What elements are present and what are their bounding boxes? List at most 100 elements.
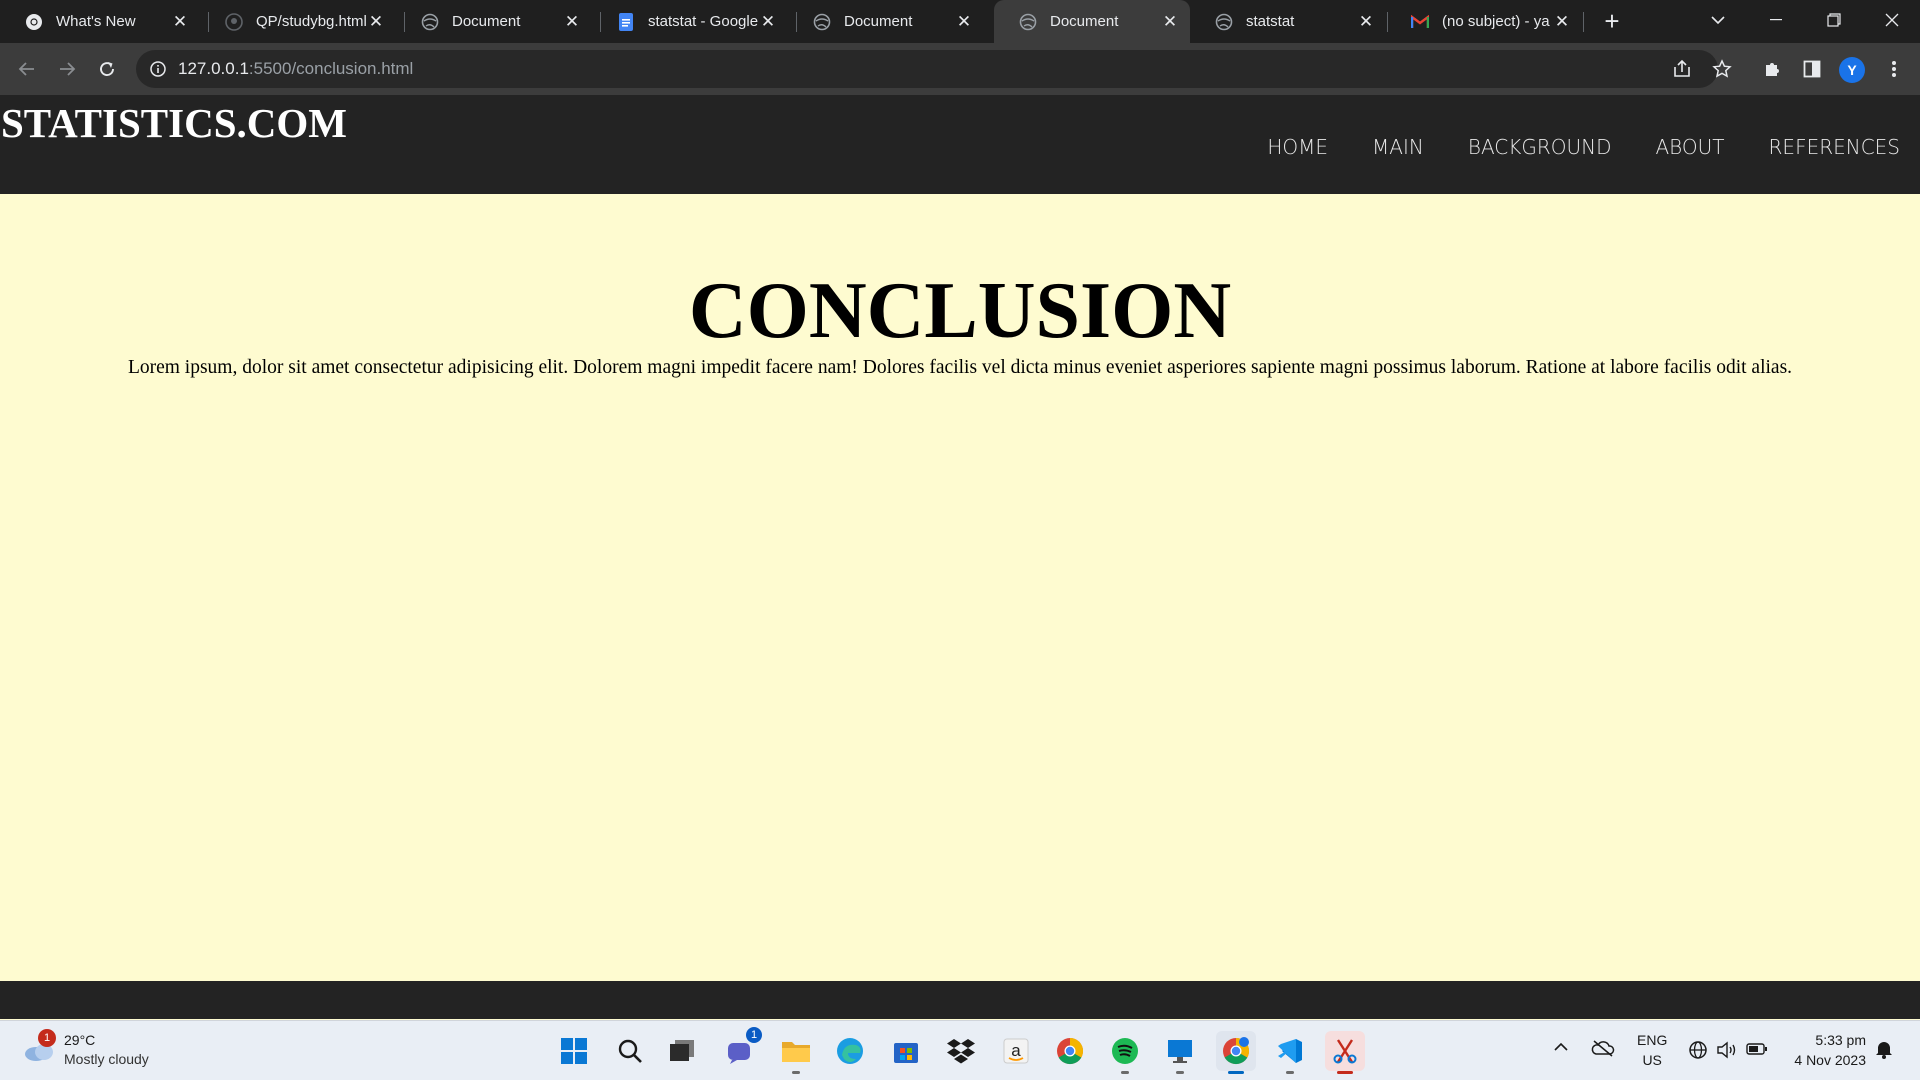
- dropbox-icon[interactable]: [941, 1031, 981, 1071]
- microsoft-store-icon[interactable]: [886, 1031, 926, 1071]
- tab-title: Document: [1050, 13, 1119, 30]
- site-footer: [0, 981, 1920, 1019]
- site-logo[interactable]: STATISTICS.COM: [1, 99, 347, 147]
- bookmark-star-icon[interactable]: [1708, 55, 1736, 83]
- close-icon[interactable]: ✕: [758, 12, 778, 32]
- nav-main[interactable]: MAIN: [1372, 135, 1424, 159]
- tab-divider: [1583, 12, 1584, 32]
- teams-chat-icon[interactable]: 1: [720, 1027, 762, 1071]
- side-panel-icon[interactable]: [1798, 55, 1826, 83]
- nav-home[interactable]: HOME: [1267, 135, 1328, 159]
- onedrive-offline-icon[interactable]: [1591, 1039, 1615, 1060]
- tab-document-1[interactable]: Document ✕: [396, 0, 592, 43]
- chevron-up-icon[interactable]: [1553, 1040, 1569, 1057]
- globe-icon: [813, 13, 831, 31]
- back-button[interactable]: [13, 55, 41, 83]
- share-icon[interactable]: [1668, 55, 1696, 83]
- edge-icon[interactable]: [830, 1031, 870, 1071]
- windows-taskbar: 1 29°C Mostly cloudy 1 a ENG US 5:33 pm …: [0, 1020, 1920, 1080]
- forward-button[interactable]: [53, 55, 81, 83]
- tab-search-chevron-icon[interactable]: [1690, 0, 1746, 40]
- restore-button[interactable]: [1806, 0, 1862, 40]
- tab-title: statstat: [1246, 13, 1295, 30]
- tab-title: What's New: [56, 13, 136, 30]
- google-docs-icon: [617, 12, 635, 31]
- weather-badge: 1: [38, 1029, 56, 1047]
- tab-statstat[interactable]: statstat ✕: [1190, 0, 1386, 43]
- running-indicator: [1337, 1071, 1353, 1074]
- close-icon[interactable]: ✕: [562, 12, 582, 32]
- tab-github[interactable]: QP/studybg.html ✕: [200, 0, 396, 43]
- tab-whats-new[interactable]: What's New ✕: [0, 0, 200, 43]
- language-indicator[interactable]: ENG US: [1637, 1030, 1667, 1070]
- battery-icon[interactable]: [1746, 1042, 1768, 1059]
- site-info-icon[interactable]: [149, 60, 167, 78]
- nav-background[interactable]: BACKGROUND: [1468, 135, 1612, 159]
- github-icon: [225, 12, 243, 31]
- running-indicator: [1121, 1071, 1129, 1074]
- weather-temp: 29°C: [64, 1032, 96, 1048]
- network-globe-icon[interactable]: [1688, 1040, 1708, 1063]
- browser-tab-strip: What's New ✕ QP/studybg.html ✕ Document …: [0, 0, 1920, 43]
- amazon-icon[interactable]: a: [996, 1031, 1036, 1071]
- chrome-icon[interactable]: [1050, 1031, 1090, 1071]
- tab-google-docs[interactable]: statstat - Google ✕: [592, 0, 788, 43]
- globe-icon: [1019, 13, 1037, 31]
- remote-desktop-icon[interactable]: [1160, 1031, 1200, 1074]
- lang-line2: US: [1642, 1052, 1662, 1068]
- nav-references[interactable]: REFERENCES: [1769, 135, 1900, 159]
- tab-title: statstat - Google: [648, 13, 758, 30]
- task-view-icon[interactable]: [662, 1031, 702, 1071]
- extensions-puzzle-icon[interactable]: [1758, 55, 1786, 83]
- volume-icon[interactable]: [1716, 1040, 1738, 1063]
- weather-widget[interactable]: 1 29°C Mostly cloudy: [22, 1029, 182, 1073]
- tab-document-2[interactable]: Document ✕: [788, 0, 984, 43]
- globe-icon: [421, 13, 439, 31]
- system-clock[interactable]: 5:33 pm 4 Nov 2023: [1794, 1030, 1866, 1070]
- url-text: 127.0.0.1:5500/conclusion.html: [178, 59, 413, 79]
- close-icon[interactable]: ✕: [1356, 12, 1376, 32]
- close-icon[interactable]: ✕: [366, 12, 386, 32]
- snipping-tool-icon[interactable]: [1325, 1031, 1365, 1074]
- chrome-profile-icon[interactable]: [1216, 1031, 1256, 1074]
- site-header: STATISTICS.COM HOME MAIN BACKGROUND ABOU…: [0, 95, 1920, 194]
- minimize-button[interactable]: [1748, 0, 1804, 40]
- menu-kebab-icon[interactable]: [1880, 55, 1908, 83]
- tab-document-active[interactable]: Document ✕: [994, 0, 1190, 43]
- file-explorer-icon[interactable]: [776, 1031, 816, 1074]
- chat-badge: 1: [746, 1027, 762, 1043]
- running-indicator: [792, 1071, 800, 1074]
- web-page: STATISTICS.COM HOME MAIN BACKGROUND ABOU…: [0, 95, 1920, 1019]
- reload-button[interactable]: [93, 55, 121, 83]
- gmail-icon: [1411, 13, 1429, 31]
- clock-date: 4 Nov 2023: [1794, 1052, 1866, 1068]
- globe-icon: [1215, 13, 1233, 31]
- notification-bell-icon[interactable]: [1874, 1039, 1894, 1062]
- address-bar[interactable]: 127.0.0.1:5500/conclusion.html: [136, 50, 1718, 88]
- start-button[interactable]: [554, 1031, 594, 1071]
- site-nav: HOME MAIN BACKGROUND ABOUT REFERENCES: [1223, 135, 1900, 159]
- new-tab-button[interactable]: +: [1598, 7, 1626, 35]
- nav-about[interactable]: ABOUT: [1656, 135, 1725, 159]
- lang-line1: ENG: [1637, 1032, 1668, 1048]
- running-indicator: [1228, 1071, 1244, 1074]
- vscode-icon[interactable]: [1270, 1031, 1310, 1074]
- weather-desc: Mostly cloudy: [64, 1051, 149, 1067]
- tab-title: (no subject) - ya: [1442, 13, 1550, 30]
- url-path: :5500/conclusion.html: [248, 59, 414, 78]
- close-icon[interactable]: ✕: [954, 12, 974, 32]
- running-indicator: [1176, 1071, 1184, 1074]
- chrome-logo-icon: [25, 13, 43, 31]
- tab-gmail[interactable]: (no subject) - ya ✕: [1386, 0, 1582, 43]
- spotify-icon[interactable]: [1105, 1031, 1145, 1074]
- tab-title: Document: [452, 13, 521, 30]
- close-icon[interactable]: ✕: [170, 12, 190, 32]
- close-icon[interactable]: ✕: [1552, 12, 1572, 32]
- close-window-button[interactable]: [1864, 0, 1920, 40]
- running-indicator: [1286, 1071, 1294, 1074]
- profile-avatar[interactable]: Y: [1839, 57, 1865, 83]
- main-content: CONCLUSION Lorem ipsum, dolor sit amet c…: [0, 194, 1920, 380]
- close-icon[interactable]: ✕: [1160, 12, 1180, 32]
- search-icon[interactable]: [610, 1031, 650, 1071]
- tab-title: Document: [844, 13, 913, 30]
